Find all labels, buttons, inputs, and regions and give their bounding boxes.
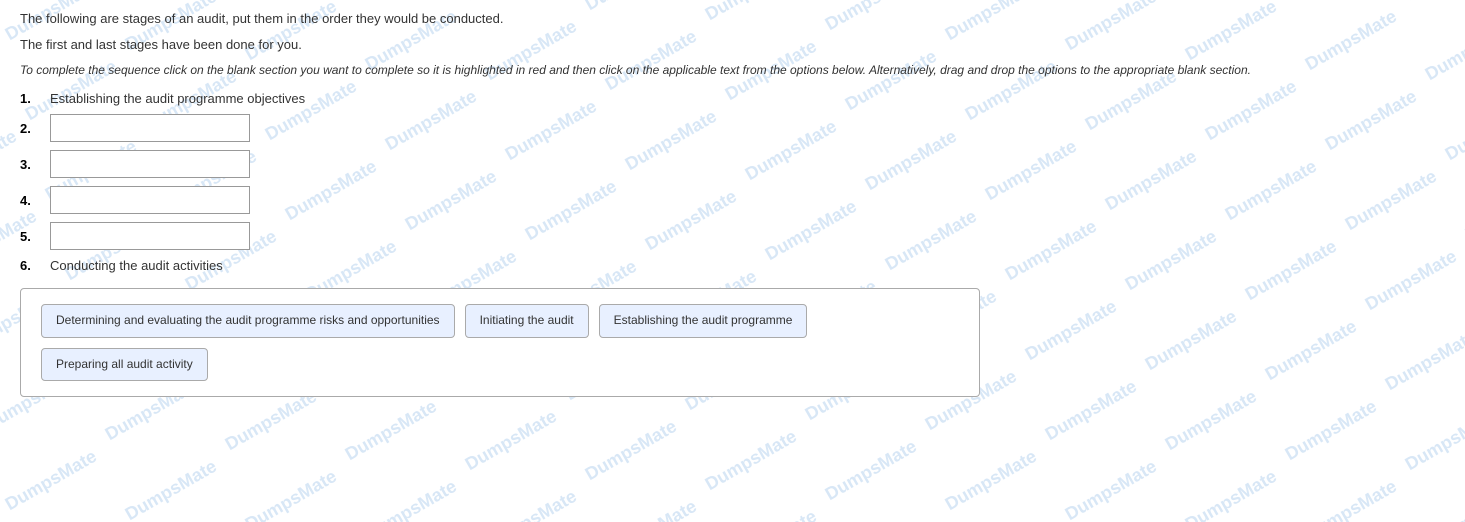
blank-box-5[interactable] xyxy=(50,222,250,250)
option-btn-3[interactable]: Establishing the audit programme xyxy=(599,304,808,338)
list-item-4: 4. xyxy=(20,186,1445,214)
item-number-5: 5. xyxy=(20,229,40,244)
options-container: Determining and evaluating the audit pro… xyxy=(20,288,980,397)
list-item-3: 3. xyxy=(20,150,1445,178)
blank-box-3[interactable] xyxy=(50,150,250,178)
item-number-3: 3. xyxy=(20,157,40,172)
instruction-line2: The first and last stages have been done… xyxy=(20,36,1445,54)
blank-box-2[interactable] xyxy=(50,114,250,142)
main-content: The following are stages of an audit, pu… xyxy=(0,0,1465,407)
list-item-1: 1. Establishing the audit programme obje… xyxy=(20,91,1445,106)
list-item-2: 2. xyxy=(20,114,1445,142)
item-number-4: 4. xyxy=(20,193,40,208)
instruction-line3: To complete the sequence click on the bl… xyxy=(20,62,1445,79)
option-btn-4[interactable]: Preparing all audit activity xyxy=(41,348,208,382)
blank-box-4[interactable] xyxy=(50,186,250,214)
sequence-list: 1. Establishing the audit programme obje… xyxy=(20,91,1445,273)
item-number-1: 1. xyxy=(20,91,40,106)
item-label-1: Establishing the audit programme objecti… xyxy=(50,91,305,106)
instruction-line1: The following are stages of an audit, pu… xyxy=(20,10,1445,28)
item-number-6: 6. xyxy=(20,258,40,273)
item-number-2: 2. xyxy=(20,121,40,136)
item-label-6: Conducting the audit activities xyxy=(50,258,223,273)
option-btn-2[interactable]: Initiating the audit xyxy=(465,304,589,338)
list-item-6: 6. Conducting the audit activities xyxy=(20,258,1445,273)
option-btn-1[interactable]: Determining and evaluating the audit pro… xyxy=(41,304,455,338)
list-item-5: 5. xyxy=(20,222,1445,250)
